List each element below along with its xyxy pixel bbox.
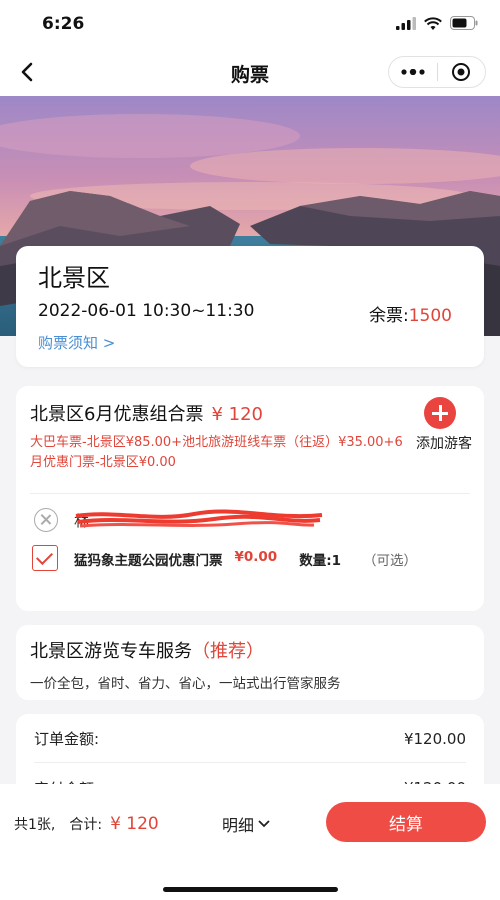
divider (30, 493, 470, 494)
redaction-scribble (75, 509, 323, 528)
ticket-title: 北景区6月优惠组合票 ¥ 120 (30, 400, 263, 426)
mini-program-capsule (388, 56, 486, 88)
optional-ticket-row: 猛犸象主题公园优惠门票 ¥0.00 数量:1 （可选） (74, 549, 417, 569)
chevron-down-icon (258, 820, 270, 828)
ticket-card: 北景区6月优惠组合票 ¥ 120 添加游客 大巴车票-北景区¥85.00+池北旅游… (16, 386, 484, 611)
remaining-count: 1500 (408, 306, 452, 326)
more-button[interactable] (389, 57, 437, 87)
order-summary: 共1张, 合计: ¥ 120 (14, 814, 159, 834)
add-visitor-plus-icon[interactable] (424, 397, 456, 429)
optional-tag: （可选） (363, 553, 417, 569)
service-title: 北景区游览专车服务（推荐） (30, 637, 264, 663)
home-indicator (163, 887, 338, 892)
shuttle-service-card[interactable]: 北景区游览专车服务（推荐） 一价全包，省时、省力、省心，一站式出行管家服务 (16, 625, 484, 700)
wifi-icon (424, 16, 442, 30)
ticket-description: 大巴车票-北景区¥85.00+池北旅游班线车票（往返）¥35.00+6月优惠门票… (30, 435, 403, 470)
nav-bar: 购票 (0, 48, 500, 96)
remove-visitor-icon[interactable] (34, 508, 58, 532)
order-amount-value: ¥120.00 (403, 729, 466, 748)
service-description: 一价全包，省时、省力、省心，一站式出行管家服务 (30, 676, 341, 692)
service-name: 北景区游览专车服务 (30, 641, 192, 662)
total-label: 合计: (69, 817, 103, 833)
order-amount-label: 订单金额: (34, 730, 100, 748)
ticket-price: ¥ 120 (211, 404, 263, 425)
status-time: 6:26 (42, 14, 85, 34)
checkout-button[interactable]: 结算 (326, 802, 486, 842)
visit-datetime: 2022-06-01 10:30~11:30 (38, 301, 255, 321)
purchase-notice-link[interactable]: 购票须知 > (38, 332, 115, 353)
optional-ticket-qty: 数量:1 (299, 553, 341, 569)
detail-label: 明细 (222, 816, 255, 835)
target-circle-icon (452, 63, 471, 81)
signal-icon (396, 16, 416, 30)
ticket-count: 共1张, (14, 817, 56, 833)
scenic-spot-name: 北景区 (38, 264, 110, 292)
optional-ticket-checkbox[interactable] (32, 545, 58, 571)
status-bar: 6:26 (0, 0, 500, 48)
remaining-label: 余票: (369, 306, 409, 326)
remaining-tickets: 余票:1500 (369, 301, 452, 326)
more-dots-icon (401, 69, 425, 75)
total-amount: ¥ 120 (110, 814, 159, 834)
detail-toggle[interactable]: 明细 (222, 812, 270, 836)
system-icons (396, 16, 478, 30)
scenic-info-card: 北景区 2022-06-01 10:30~11:30 余票:1500 购票须知 … (16, 246, 484, 367)
optional-ticket-name: 猛犸象主题公园优惠门票 (74, 553, 223, 569)
ticket-name: 北景区6月优惠组合票 (30, 404, 204, 425)
battery-icon (450, 16, 478, 30)
recommend-tag: （推荐） (192, 641, 264, 662)
add-visitor-button[interactable]: 添加游客 (416, 433, 472, 453)
optional-ticket-price: ¥0.00 (234, 549, 278, 565)
checkout-bar: 共1张, 合计: ¥ 120 明细 结算 (0, 784, 500, 900)
order-amount-row: 订单金额: ¥120.00 (34, 715, 466, 763)
close-miniprogram-button[interactable] (438, 57, 486, 87)
